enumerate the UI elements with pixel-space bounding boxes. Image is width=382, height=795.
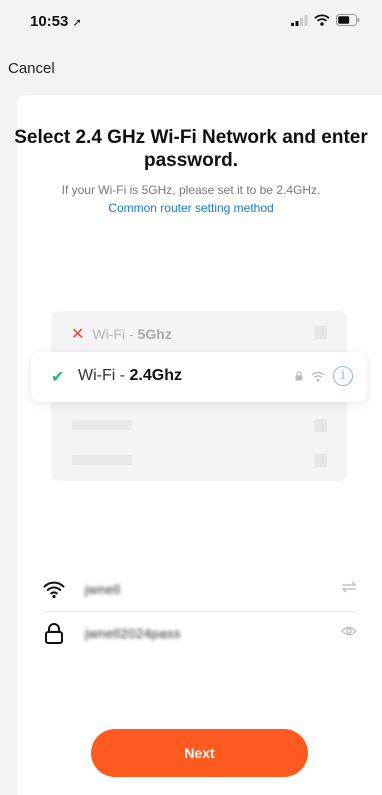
placeholder-square xyxy=(314,454,327,467)
password-value: jwnell2024pass xyxy=(85,625,181,641)
battery-icon xyxy=(336,14,360,26)
ssid-prefix-5ghz: Wi-Fi - xyxy=(92,326,134,342)
cancel-button[interactable]: Cancel xyxy=(8,60,55,77)
placeholder-bar xyxy=(72,420,132,430)
status-icons xyxy=(291,14,360,26)
switch-network-icon[interactable] xyxy=(341,581,357,593)
location-arrow-icon: ➚ xyxy=(72,17,82,29)
wifi-ssid-field[interactable]: jwnell xyxy=(43,572,357,612)
placeholder-bar xyxy=(72,455,132,465)
placeholder-square xyxy=(314,419,327,432)
ssid-value: jwnell xyxy=(85,581,121,597)
illustration-row-5ghz: ✕ Wi-Fi - 5Ghz xyxy=(71,324,172,344)
info-icon: i xyxy=(333,366,353,386)
wifi-status-icon xyxy=(314,14,330,26)
placeholder-square xyxy=(314,326,327,339)
lock-small-icon xyxy=(295,371,303,381)
router-setting-link[interactable]: Common router setting method xyxy=(0,201,382,215)
cellular-signal-icon xyxy=(291,14,308,26)
next-button[interactable]: Next xyxy=(91,729,308,777)
eye-icon[interactable] xyxy=(341,625,357,637)
illustration-row-2-4ghz: ✔ Wi-Fi - 2.4Ghz i xyxy=(31,352,367,402)
ssid-label-2-4ghz: Wi-Fi - 2.4Ghz xyxy=(78,367,182,384)
page-title: Select 2.4 GHz Wi-Fi Network and enter p… xyxy=(14,127,368,171)
wifi-icon xyxy=(43,581,65,599)
status-bar: 10:53 ➚ xyxy=(0,0,382,40)
network-row-icons: i xyxy=(295,366,353,386)
status-time: 10:53 ➚ xyxy=(30,13,82,30)
cross-icon: ✕ xyxy=(71,326,85,343)
check-icon: ✔ xyxy=(51,369,65,386)
band-hint-text: If your Wi-Fi is 5GHz, please set it to … xyxy=(61,183,321,197)
wifi-password-field[interactable]: jwnell2024pass xyxy=(43,616,357,656)
lock-icon xyxy=(45,623,63,644)
wifi-small-icon xyxy=(311,371,325,382)
band-label-5ghz: 5Ghz xyxy=(137,326,172,342)
